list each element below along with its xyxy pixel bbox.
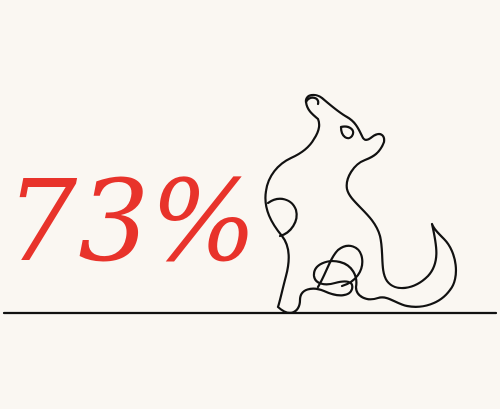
dog-ear-icon xyxy=(339,125,355,140)
dog-back-curve-icon xyxy=(266,197,298,238)
dog-nose-icon xyxy=(304,96,320,106)
illustration-canvas: 73% xyxy=(2,93,498,315)
stat-value: 73% xyxy=(6,157,258,287)
howling-dog-icon xyxy=(264,93,458,314)
